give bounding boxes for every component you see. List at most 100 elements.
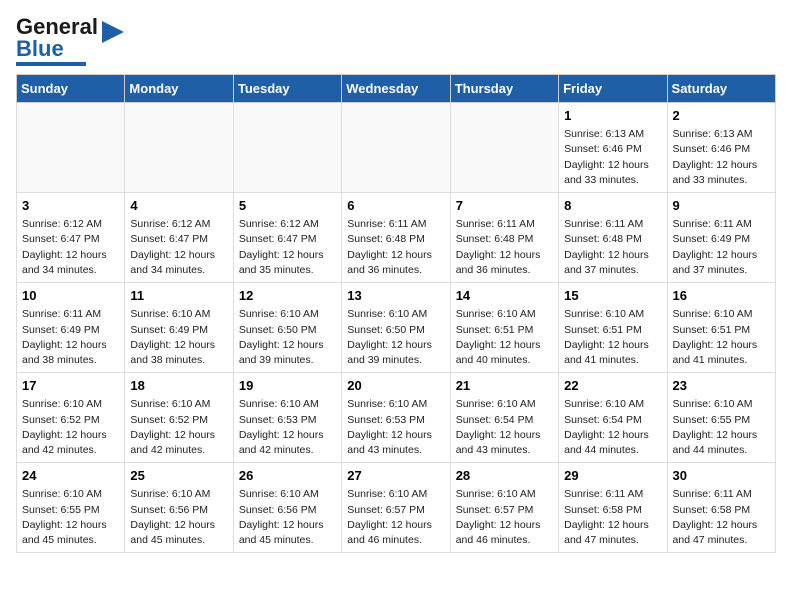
day-number: 2 xyxy=(673,107,770,125)
day-info: Sunrise: 6:10 AM Sunset: 6:52 PM Dayligh… xyxy=(22,397,119,458)
day-info: Sunrise: 6:11 AM Sunset: 6:49 PM Dayligh… xyxy=(22,307,119,368)
day-number: 14 xyxy=(456,287,553,305)
day-info: Sunrise: 6:10 AM Sunset: 6:55 PM Dayligh… xyxy=(22,487,119,548)
logo-icon xyxy=(102,21,124,43)
day-number: 26 xyxy=(239,467,336,485)
day-info: Sunrise: 6:11 AM Sunset: 6:48 PM Dayligh… xyxy=(347,217,444,278)
calendar-cell xyxy=(342,103,450,193)
day-number: 22 xyxy=(564,377,661,395)
calendar-cell: 23 Sunrise: 6:10 AM Sunset: 6:55 PM Dayli… xyxy=(667,373,775,463)
day-number: 17 xyxy=(22,377,119,395)
day-number: 3 xyxy=(22,197,119,215)
day-info: Sunrise: 6:10 AM Sunset: 6:57 PM Dayligh… xyxy=(347,487,444,548)
weekday-header-row: SundayMondayTuesdayWednesdayThursdayFrid… xyxy=(17,75,776,103)
calendar-cell: 7 Sunrise: 6:11 AM Sunset: 6:48 PM Daylig… xyxy=(450,193,558,283)
calendar-cell: 4 Sunrise: 6:12 AM Sunset: 6:47 PM Daylig… xyxy=(125,193,233,283)
day-info: Sunrise: 6:10 AM Sunset: 6:56 PM Dayligh… xyxy=(130,487,227,548)
calendar-cell: 5 Sunrise: 6:12 AM Sunset: 6:47 PM Daylig… xyxy=(233,193,341,283)
day-number: 8 xyxy=(564,197,661,215)
calendar-cell: 9 Sunrise: 6:11 AM Sunset: 6:49 PM Daylig… xyxy=(667,193,775,283)
day-number: 28 xyxy=(456,467,553,485)
calendar-cell: 12 Sunrise: 6:10 AM Sunset: 6:50 PM Dayli… xyxy=(233,283,341,373)
calendar-cell: 6 Sunrise: 6:11 AM Sunset: 6:48 PM Daylig… xyxy=(342,193,450,283)
calendar-cell: 15 Sunrise: 6:10 AM Sunset: 6:51 PM Dayli… xyxy=(559,283,667,373)
weekday-header-wednesday: Wednesday xyxy=(342,75,450,103)
day-info: Sunrise: 6:10 AM Sunset: 6:53 PM Dayligh… xyxy=(347,397,444,458)
calendar-week-5: 24 Sunrise: 6:10 AM Sunset: 6:55 PM Dayli… xyxy=(17,463,776,553)
day-info: Sunrise: 6:10 AM Sunset: 6:51 PM Dayligh… xyxy=(673,307,770,368)
calendar-cell xyxy=(450,103,558,193)
day-number: 5 xyxy=(239,197,336,215)
weekday-header-thursday: Thursday xyxy=(450,75,558,103)
calendar-week-1: 1 Sunrise: 6:13 AM Sunset: 6:46 PM Daylig… xyxy=(17,103,776,193)
page-header: GeneralBlue xyxy=(16,16,776,66)
calendar-cell: 27 Sunrise: 6:10 AM Sunset: 6:57 PM Dayli… xyxy=(342,463,450,553)
day-number: 25 xyxy=(130,467,227,485)
day-number: 30 xyxy=(673,467,770,485)
day-number: 6 xyxy=(347,197,444,215)
day-number: 10 xyxy=(22,287,119,305)
day-number: 13 xyxy=(347,287,444,305)
day-info: Sunrise: 6:12 AM Sunset: 6:47 PM Dayligh… xyxy=(22,217,119,278)
day-number: 27 xyxy=(347,467,444,485)
day-info: Sunrise: 6:10 AM Sunset: 6:50 PM Dayligh… xyxy=(239,307,336,368)
logo: GeneralBlue xyxy=(16,16,124,66)
calendar-cell: 3 Sunrise: 6:12 AM Sunset: 6:47 PM Daylig… xyxy=(17,193,125,283)
calendar-cell: 26 Sunrise: 6:10 AM Sunset: 6:56 PM Dayli… xyxy=(233,463,341,553)
calendar-cell: 30 Sunrise: 6:11 AM Sunset: 6:58 PM Dayli… xyxy=(667,463,775,553)
day-number: 18 xyxy=(130,377,227,395)
day-info: Sunrise: 6:10 AM Sunset: 6:53 PM Dayligh… xyxy=(239,397,336,458)
day-number: 1 xyxy=(564,107,661,125)
day-info: Sunrise: 6:10 AM Sunset: 6:57 PM Dayligh… xyxy=(456,487,553,548)
day-info: Sunrise: 6:10 AM Sunset: 6:56 PM Dayligh… xyxy=(239,487,336,548)
day-info: Sunrise: 6:12 AM Sunset: 6:47 PM Dayligh… xyxy=(130,217,227,278)
day-info: Sunrise: 6:10 AM Sunset: 6:50 PM Dayligh… xyxy=(347,307,444,368)
calendar-cell: 11 Sunrise: 6:10 AM Sunset: 6:49 PM Dayli… xyxy=(125,283,233,373)
calendar-cell: 14Sunrise: 6:10 AM Sunset: 6:51 PM Dayli… xyxy=(450,283,558,373)
day-info: Sunrise: 6:11 AM Sunset: 6:58 PM Dayligh… xyxy=(564,487,661,548)
weekday-header-monday: Monday xyxy=(125,75,233,103)
day-number: 12 xyxy=(239,287,336,305)
day-info: Sunrise: 6:11 AM Sunset: 6:49 PM Dayligh… xyxy=(673,217,770,278)
weekday-header-sunday: Sunday xyxy=(17,75,125,103)
calendar-cell: 20Sunrise: 6:10 AM Sunset: 6:53 PM Dayli… xyxy=(342,373,450,463)
day-number: 19 xyxy=(239,377,336,395)
calendar-cell: 18Sunrise: 6:10 AM Sunset: 6:52 PM Dayli… xyxy=(125,373,233,463)
calendar-cell: 8 Sunrise: 6:11 AM Sunset: 6:48 PM Daylig… xyxy=(559,193,667,283)
calendar-cell xyxy=(17,103,125,193)
calendar-cell: 21Sunrise: 6:10 AM Sunset: 6:54 PM Dayli… xyxy=(450,373,558,463)
weekday-header-tuesday: Tuesday xyxy=(233,75,341,103)
calendar-cell: 19 Sunrise: 6:10 AM Sunset: 6:53 PM Dayli… xyxy=(233,373,341,463)
calendar-cell: 10 Sunrise: 6:11 AM Sunset: 6:49 PM Dayli… xyxy=(17,283,125,373)
calendar-cell xyxy=(233,103,341,193)
day-info: Sunrise: 6:10 AM Sunset: 6:54 PM Dayligh… xyxy=(456,397,553,458)
day-number: 15 xyxy=(564,287,661,305)
day-number: 11 xyxy=(130,287,227,305)
day-info: Sunrise: 6:10 AM Sunset: 6:49 PM Dayligh… xyxy=(130,307,227,368)
day-info: Sunrise: 6:12 AM Sunset: 6:47 PM Dayligh… xyxy=(239,217,336,278)
day-number: 23 xyxy=(673,377,770,395)
calendar-cell: 29 Sunrise: 6:11 AM Sunset: 6:58 PM Dayli… xyxy=(559,463,667,553)
day-number: 9 xyxy=(673,197,770,215)
day-info: Sunrise: 6:10 AM Sunset: 6:55 PM Dayligh… xyxy=(673,397,770,458)
calendar-cell: 22Sunrise: 6:10 AM Sunset: 6:54 PM Dayli… xyxy=(559,373,667,463)
calendar-cell: 28 Sunrise: 6:10 AM Sunset: 6:57 PM Dayli… xyxy=(450,463,558,553)
day-number: 4 xyxy=(130,197,227,215)
calendar-cell: 1 Sunrise: 6:13 AM Sunset: 6:46 PM Daylig… xyxy=(559,103,667,193)
day-number: 29 xyxy=(564,467,661,485)
day-info: Sunrise: 6:11 AM Sunset: 6:48 PM Dayligh… xyxy=(564,217,661,278)
logo-text: GeneralBlue xyxy=(16,16,98,60)
logo-underline xyxy=(16,62,86,66)
day-number: 24 xyxy=(22,467,119,485)
day-info: Sunrise: 6:11 AM Sunset: 6:48 PM Dayligh… xyxy=(456,217,553,278)
day-info: Sunrise: 6:11 AM Sunset: 6:58 PM Dayligh… xyxy=(673,487,770,548)
calendar-week-3: 10 Sunrise: 6:11 AM Sunset: 6:49 PM Dayli… xyxy=(17,283,776,373)
calendar-table: SundayMondayTuesdayWednesdayThursdayFrid… xyxy=(16,74,776,553)
day-info: Sunrise: 6:10 AM Sunset: 6:51 PM Dayligh… xyxy=(564,307,661,368)
calendar-cell xyxy=(125,103,233,193)
calendar-cell: 13 Sunrise: 6:10 AM Sunset: 6:50 PM Dayli… xyxy=(342,283,450,373)
calendar-cell: 17 Sunrise: 6:10 AM Sunset: 6:52 PM Dayli… xyxy=(17,373,125,463)
day-number: 16 xyxy=(673,287,770,305)
day-number: 7 xyxy=(456,197,553,215)
day-info: Sunrise: 6:13 AM Sunset: 6:46 PM Dayligh… xyxy=(564,127,661,188)
